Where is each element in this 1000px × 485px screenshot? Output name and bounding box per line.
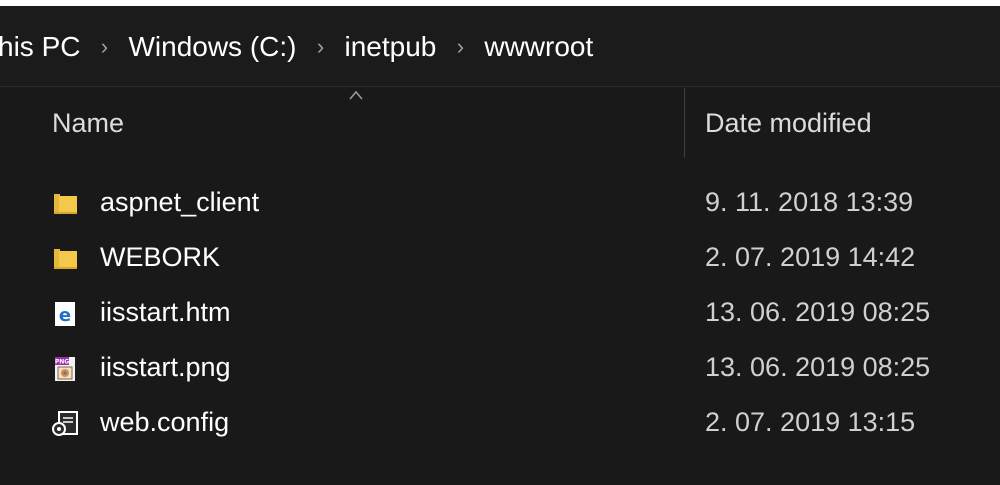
file-date-modified: 2. 07. 2019 13:15 bbox=[705, 407, 916, 437]
file-date-modified: 9. 11. 2018 13:39 bbox=[705, 187, 914, 217]
file-name: WEBORK bbox=[100, 242, 221, 272]
file-name: aspnet_client bbox=[100, 187, 260, 217]
file-row-iisstart-htm[interactable]: e iisstart.htm 13. 06. 2019 08:25 bbox=[0, 288, 1000, 343]
chevron-right-icon[interactable]: › bbox=[442, 34, 478, 60]
config-file-icon bbox=[52, 411, 78, 436]
breadcrumb-item-wwwroot[interactable]: wwwroot bbox=[478, 25, 599, 69]
column-header-date-modified[interactable]: Date modified bbox=[705, 108, 872, 139]
sort-ascending-icon bbox=[349, 90, 363, 100]
chevron-right-icon[interactable]: › bbox=[86, 34, 122, 60]
column-divider[interactable] bbox=[684, 88, 685, 158]
breadcrumb-item-inetpub[interactable]: inetpub bbox=[338, 25, 442, 69]
column-header-name[interactable]: Name bbox=[52, 108, 124, 139]
png-image-file-icon: PNG bbox=[55, 357, 75, 381]
folder-icon bbox=[54, 249, 77, 269]
chevron-right-icon[interactable]: › bbox=[302, 34, 338, 60]
folder-icon bbox=[54, 194, 77, 214]
svg-text:e: e bbox=[59, 305, 71, 326]
column-header-row: Name Date modified bbox=[0, 88, 1000, 160]
file-name: iisstart.png bbox=[100, 352, 231, 382]
file-list: aspnet_client 9. 11. 2018 13:39 WEBORK 2… bbox=[0, 178, 1000, 453]
file-row-web-config[interactable]: web.config 2. 07. 2019 13:15 bbox=[0, 398, 1000, 453]
file-date-modified: 2. 07. 2019 14:42 bbox=[705, 242, 916, 272]
svg-text:PNG: PNG bbox=[55, 359, 69, 366]
breadcrumb: his PC › Windows (C:) › inetpub › wwwroo… bbox=[0, 6, 599, 87]
file-row-aspnet-client[interactable]: aspnet_client 9. 11. 2018 13:39 bbox=[0, 178, 1000, 233]
address-bar[interactable]: his PC › Windows (C:) › inetpub › wwwroo… bbox=[0, 6, 1000, 87]
edge-html-file-icon: e bbox=[55, 302, 75, 326]
file-row-iisstart-png[interactable]: PNG iisstart.png 13. 06. 2019 08:25 bbox=[0, 343, 1000, 398]
file-name: web.config bbox=[100, 407, 230, 437]
breadcrumb-item-windows-c[interactable]: Windows (C:) bbox=[122, 25, 302, 69]
file-date-modified: 13. 06. 2019 08:25 bbox=[705, 297, 931, 327]
file-row-webork[interactable]: WEBORK 2. 07. 2019 14:42 bbox=[0, 233, 1000, 288]
breadcrumb-item-this-pc[interactable]: his PC bbox=[0, 25, 86, 69]
file-date-modified: 13. 06. 2019 08:25 bbox=[705, 352, 931, 382]
file-name: iisstart.htm bbox=[100, 297, 231, 327]
